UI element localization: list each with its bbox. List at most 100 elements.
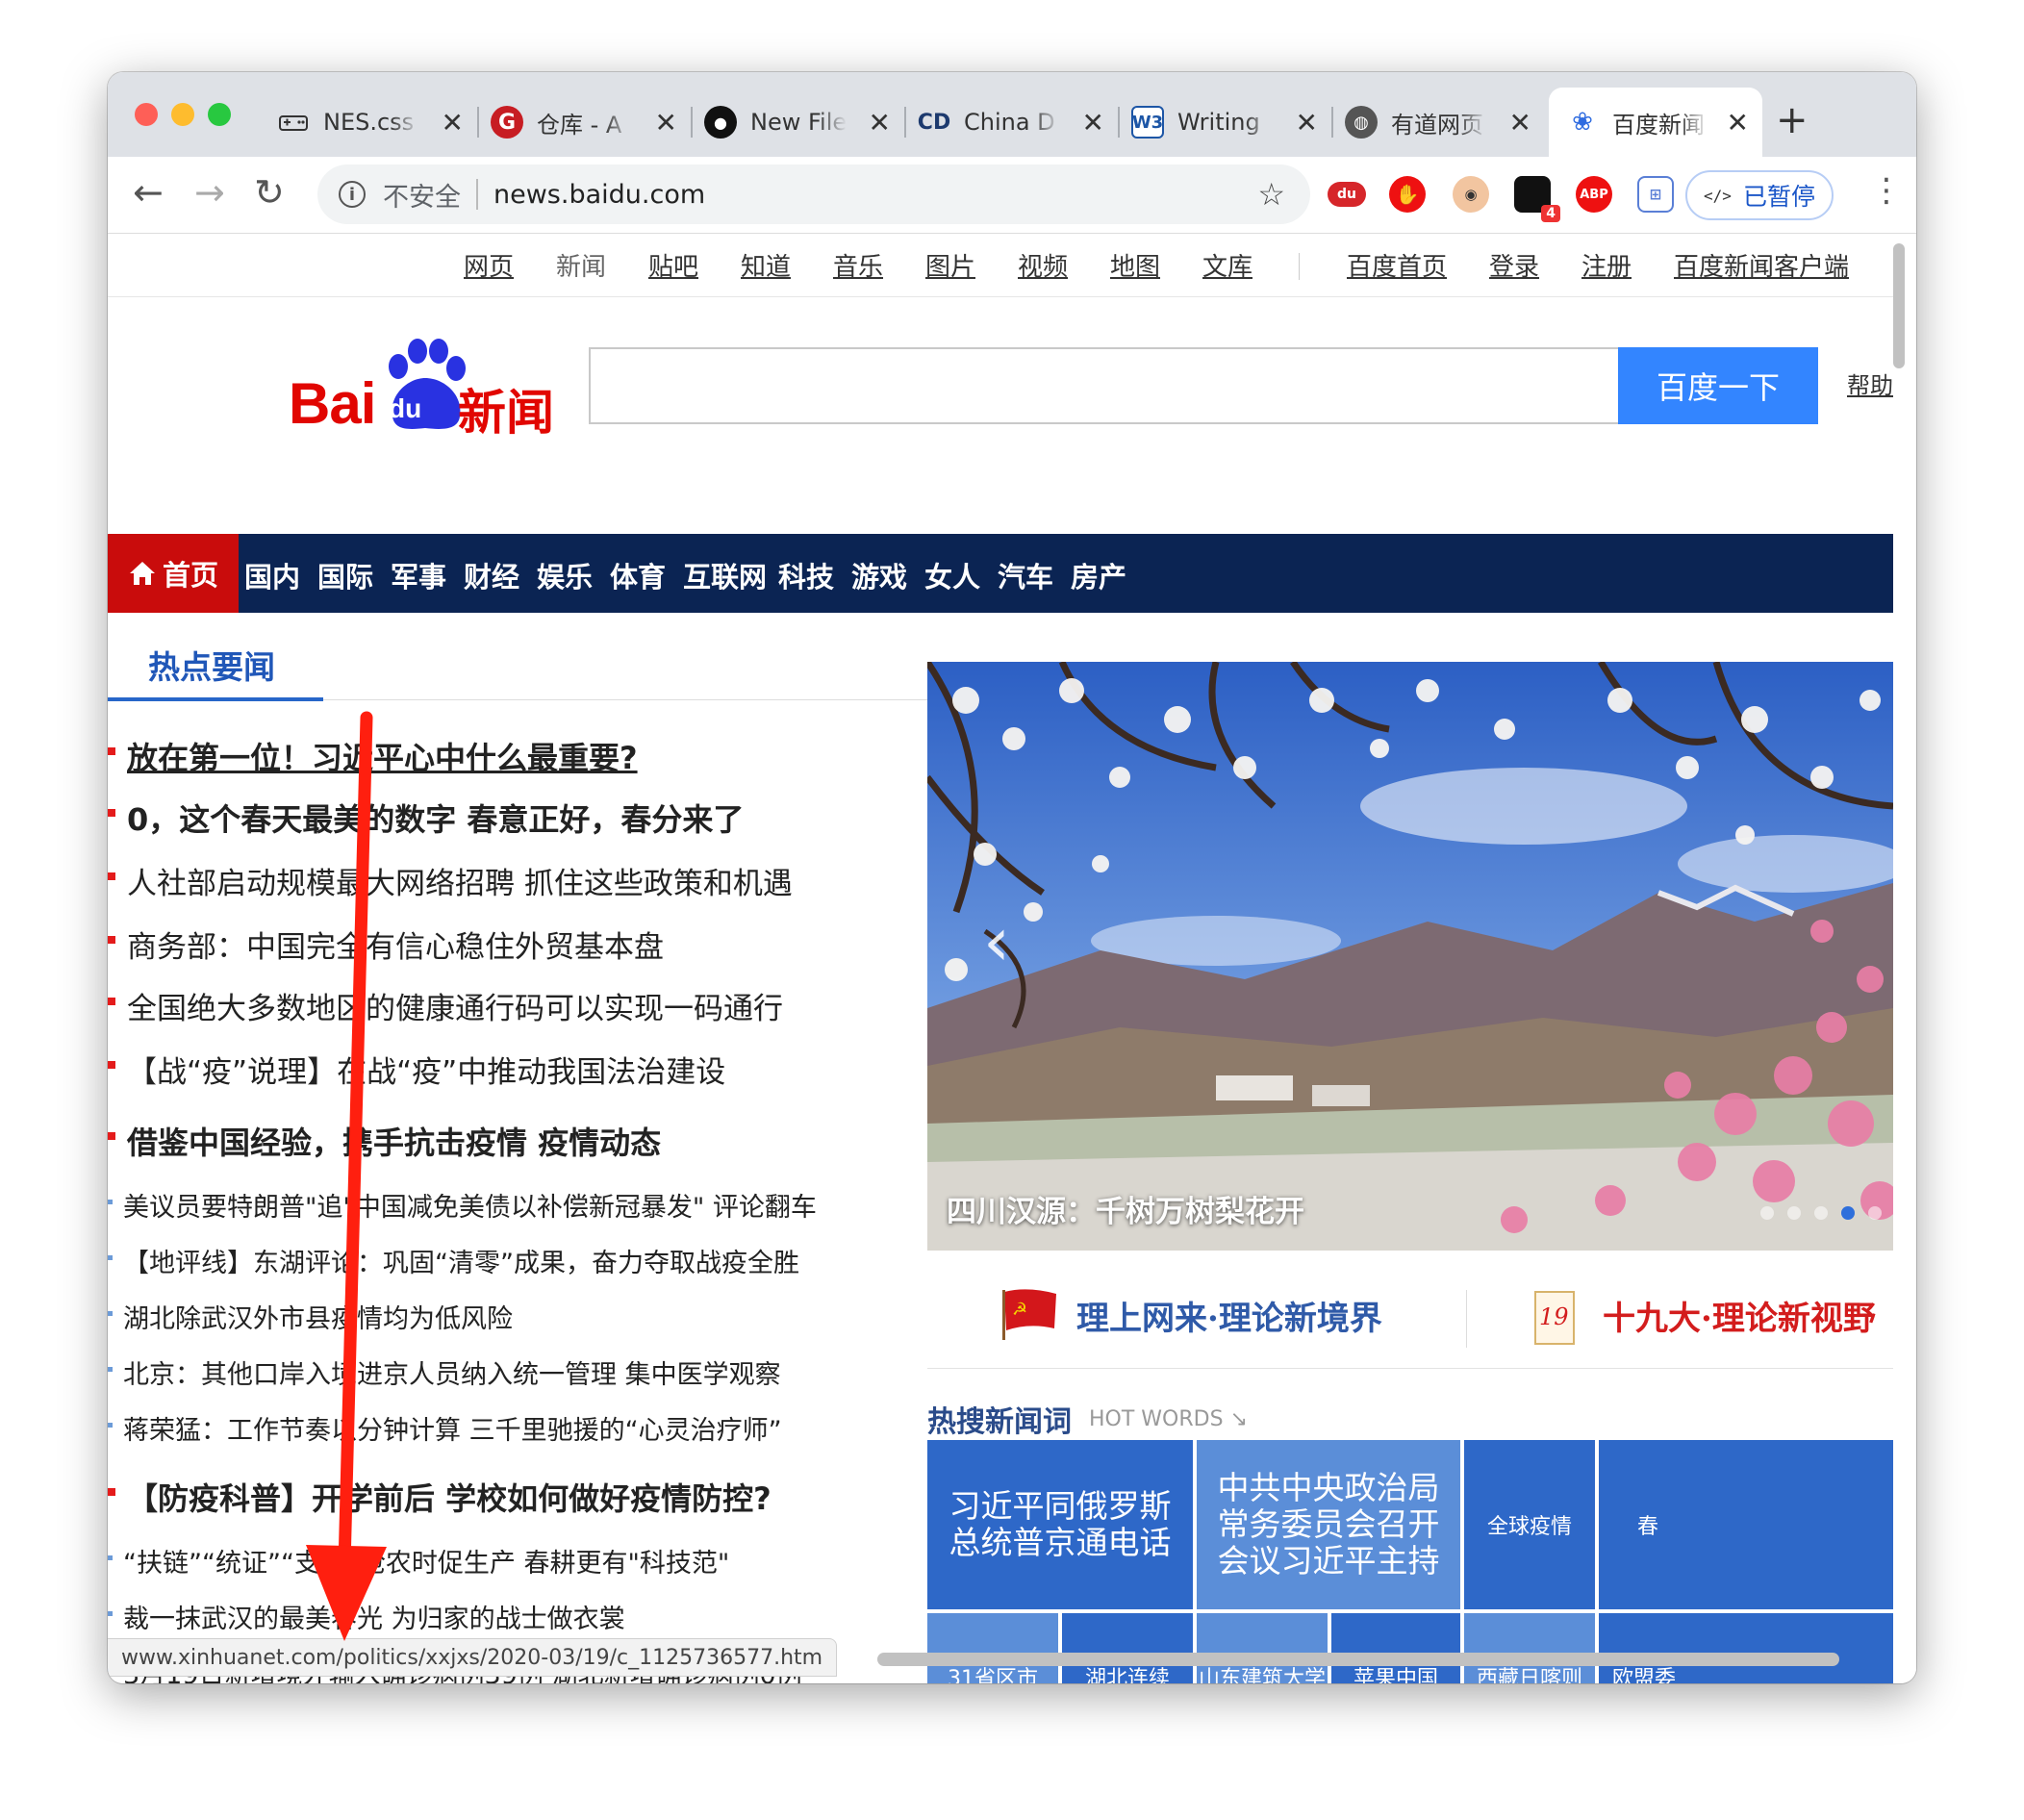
abp-icon[interactable]: ABP xyxy=(1576,176,1612,213)
headline-item[interactable]: 湖北除武汉外市县疫情均为低风险 xyxy=(108,1298,954,1335)
close-tab-icon[interactable]: ✕ xyxy=(442,107,464,139)
hot-news-tab[interactable]: 热点要闻 xyxy=(148,642,275,688)
hot-word-tile[interactable]: 欧盟委 xyxy=(1599,1613,1893,1683)
channel-military[interactable]: 军事 xyxy=(391,555,446,595)
nav-link-map[interactable]: 地图 xyxy=(1110,247,1160,283)
hot-word-tile[interactable]: 全球疫情 xyxy=(1464,1440,1595,1609)
info-icon[interactable]: i xyxy=(339,181,366,208)
tab-youdao[interactable]: ◍ 有道网页 ✕ xyxy=(1345,88,1545,157)
baidu-news-logo[interactable]: Bai du 新闻 xyxy=(289,330,568,441)
headline-item[interactable]: 人社部启动规模最大网络招聘 抓住这些政策和机遇 xyxy=(108,859,954,902)
tab-w3[interactable]: W3 Writing ✕ xyxy=(1131,88,1333,157)
nav-link-video[interactable]: 视频 xyxy=(1018,247,1068,283)
nav-link-login[interactable]: 登录 xyxy=(1489,247,1539,283)
headline-item[interactable]: 【防疫科普】开学前后 学校如何做好疫情防控? xyxy=(108,1475,954,1519)
slideshow-caption[interactable]: 四川汉源：千树万树梨花开 xyxy=(947,1187,1304,1230)
headline-link[interactable]: 【防疫科普】开学前后 学校如何做好疫情防控? xyxy=(127,1480,772,1517)
paused-extension-button[interactable]: </> 已暂停 xyxy=(1685,170,1834,220)
tab-github[interactable]: ● New File ✕ xyxy=(704,88,906,157)
headline-item[interactable]: 北京：其他口岸入境进京人员纳入统一管理 集中医学观察 xyxy=(108,1353,954,1391)
channel-entertainment[interactable]: 娱乐 xyxy=(537,555,593,595)
headline-link[interactable]: 北京：其他口岸入境进京人员纳入统一管理 集中医学观察 xyxy=(123,1360,781,1390)
channel-finance[interactable]: 财经 xyxy=(464,555,519,595)
headline-link[interactable]: “扶链”“统证”“支农”抢农时促生产 春耕更有"科技范" xyxy=(123,1549,729,1579)
headline-item[interactable]: 借鉴中国经验，携手抗击疫情 疫情动态 xyxy=(108,1119,954,1163)
nav-link-images[interactable]: 图片 xyxy=(925,247,975,283)
headline-link[interactable]: 全国绝大多数地区的健康通行码可以实现一码通行 xyxy=(127,992,783,1026)
banner-nineteenth-congress[interactable]: 十九大·理论新视野 xyxy=(1603,1292,1876,1339)
close-window-button[interactable] xyxy=(135,103,158,126)
channel-women[interactable]: 女人 xyxy=(924,555,980,595)
headline-link[interactable]: 借鉴中国经验，携手抗击疫情 疫情动态 xyxy=(127,1125,661,1161)
close-tab-icon[interactable]: ✕ xyxy=(1082,107,1104,139)
news-slideshow[interactable]: ‹ 四川汉源：千树万树梨花开 xyxy=(927,662,1893,1251)
headline-item[interactable]: 商务部：中国完全有信心稳住外贸基本盘 xyxy=(108,923,954,966)
channel-home[interactable]: 首页 xyxy=(108,534,239,613)
channel-sports[interactable]: 体育 xyxy=(610,555,666,595)
nav-link-zhidao[interactable]: 知道 xyxy=(741,247,791,283)
forward-arrow-icon[interactable]: → xyxy=(194,174,225,211)
tab-baidu-news[interactable]: ❀ 百度新闻 ✕ xyxy=(1549,88,1762,157)
headline-link[interactable]: 【战“疫”说理】在战“疫”中推动我国法治建设 xyxy=(127,1055,725,1090)
headline-item[interactable]: 【地评线】东湖评论：巩固“清零”成果，奋力夺取战疫全胜 xyxy=(108,1242,954,1279)
hot-word-tile[interactable]: 春 xyxy=(1599,1440,1893,1609)
channel-auto[interactable]: 汽车 xyxy=(998,555,1053,595)
hot-word-tile[interactable]: 31省区市 xyxy=(927,1613,1058,1683)
search-input[interactable] xyxy=(589,347,1618,424)
headline-item[interactable]: 【战“疫”说理】在战“疫”中推动我国法治建设 xyxy=(108,1048,954,1091)
help-link[interactable]: 帮助 xyxy=(1847,367,1893,400)
headline-item[interactable]: 放在第一位！习近平心中什么最重要? xyxy=(108,734,954,778)
channel-games[interactable]: 游戏 xyxy=(851,555,907,595)
banner-theory-online[interactable]: 理上网来·理论新境界 xyxy=(1076,1292,1382,1339)
hot-word-tile[interactable]: 西藏日喀则 xyxy=(1464,1613,1595,1683)
slide-dot[interactable] xyxy=(1787,1206,1801,1220)
hot-word-tile[interactable]: 湖北连续 xyxy=(1062,1613,1193,1683)
hot-word-tile[interactable]: 中共中央政治局常务委员会召开会议习近平主持 xyxy=(1197,1440,1460,1609)
slide-dot[interactable] xyxy=(1814,1206,1828,1220)
minimize-window-button[interactable] xyxy=(171,103,194,126)
channel-international[interactable]: 国际 xyxy=(317,555,373,595)
nav-link-news-app[interactable]: 百度新闻客户端 xyxy=(1674,247,1849,283)
slide-dot[interactable] xyxy=(1868,1206,1882,1220)
tab-chinadaily[interactable]: CD China D ✕ xyxy=(918,88,1120,157)
slideshow-prev-icon[interactable]: ‹ xyxy=(983,908,1010,975)
headline-link[interactable]: 商务部：中国完全有信心稳住外贸基本盘 xyxy=(127,930,664,965)
adblock-hand-icon[interactable]: ✋ xyxy=(1389,176,1426,213)
bookmark-star-icon[interactable]: ☆ xyxy=(1257,176,1285,213)
puzzle-extension-icon[interactable]: ⊞ xyxy=(1637,176,1674,213)
slide-dot-active[interactable] xyxy=(1841,1206,1855,1220)
headline-item[interactable]: 美议员要特朗普"追"中国减免美债以补偿新冠暴发" 评论翻车 xyxy=(108,1186,954,1224)
slide-dot[interactable] xyxy=(1760,1206,1774,1220)
close-tab-icon[interactable]: ✕ xyxy=(869,107,891,139)
back-arrow-icon[interactable]: ← xyxy=(133,174,164,211)
du-extension-icon[interactable]: du xyxy=(1328,182,1366,207)
search-button[interactable]: 百度一下 xyxy=(1618,347,1818,424)
headline-link[interactable]: 人社部启动规模最大网络招聘 抓住这些政策和机遇 xyxy=(127,867,793,901)
channel-domestic[interactable]: 国内 xyxy=(244,555,300,595)
url-text[interactable]: news.baidu.com xyxy=(493,180,705,210)
hot-word-tile[interactable]: 苹果中国 xyxy=(1331,1613,1460,1683)
close-tab-icon[interactable]: ✕ xyxy=(1727,107,1749,139)
close-tab-icon[interactable]: ✕ xyxy=(1296,107,1318,139)
headline-link[interactable]: 蒋荣猛：工作节奏以分钟计算 三千里驰援的“心灵治疗师” xyxy=(123,1416,782,1446)
headline-item[interactable]: 0，这个春天最美的数字 春意正好，春分来了 xyxy=(108,796,954,840)
nav-link-news[interactable]: 新闻 xyxy=(556,247,606,283)
nav-link-web[interactable]: 网页 xyxy=(464,247,514,283)
headline-item[interactable]: 裁一抹武汉的最美春光 为归家的战士做衣裳 xyxy=(108,1598,954,1635)
zoom-window-button[interactable] xyxy=(208,103,231,126)
headline-link[interactable]: 湖北除武汉外市县疫情均为低风险 xyxy=(123,1304,513,1334)
new-tab-button[interactable]: + xyxy=(1776,101,1809,139)
headline-item[interactable]: 蒋荣猛：工作节奏以分钟计算 三千里驰援的“心灵治疗师” xyxy=(108,1409,954,1447)
close-tab-icon[interactable]: ✕ xyxy=(655,107,677,139)
headline-link[interactable]: 放在第一位！习近平心中什么最重要? xyxy=(127,740,638,776)
headline-link[interactable]: 美议员要特朗普"追"中国减免美债以补偿新冠暴发" 评论翻车 xyxy=(123,1193,817,1223)
nav-link-wenku[interactable]: 文库 xyxy=(1202,247,1252,283)
channel-internet[interactable]: 互联网 xyxy=(683,555,767,595)
nav-link-baidu-home[interactable]: 百度首页 xyxy=(1347,247,1447,283)
tab-nes-css[interactable]: NES.css ✕ xyxy=(277,88,479,157)
nav-link-register[interactable]: 注册 xyxy=(1581,247,1632,283)
headline-item[interactable]: 全国绝大多数地区的健康通行码可以实现一码通行 xyxy=(108,984,954,1027)
close-tab-icon[interactable]: ✕ xyxy=(1509,107,1531,139)
tab-gitee[interactable]: G 仓库 - A ✕ xyxy=(491,88,693,157)
nav-link-music[interactable]: 音乐 xyxy=(833,247,883,283)
